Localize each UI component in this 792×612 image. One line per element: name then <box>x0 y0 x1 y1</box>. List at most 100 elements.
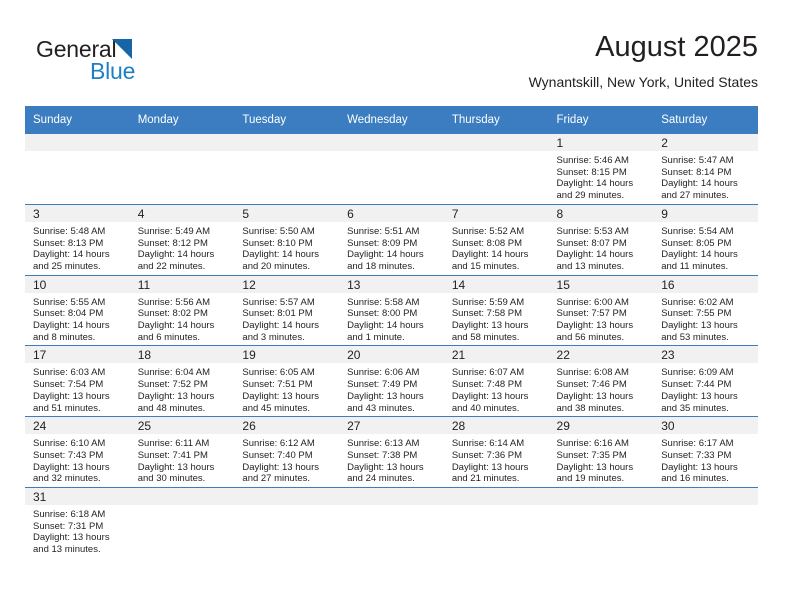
day-details: Sunrise: 6:11 AM Sunset: 7:41 PM Daylight:… <box>130 434 235 487</box>
sunrise-text: Sunrise: 6:18 AM <box>33 509 106 521</box>
calendar-day-cell[interactable]: 2 Sunrise: 5:47 AM Sunset: 8:14 PM Daylight… <box>653 134 758 204</box>
calendar-day-cell-empty <box>339 487 444 558</box>
sunrise-text: Sunrise: 5:53 AM <box>556 225 629 237</box>
daylight-text-line-2: and 8 minutes. <box>33 331 96 343</box>
calendar-day-cell[interactable]: 26 Sunrise: 6:12 AM Sunset: 7:40 PM Dayligh… <box>234 416 340 488</box>
calendar-day-cell[interactable]: 4 Sunrise: 5:49 AM Sunset: 8:12 PM Daylight… <box>129 203 235 276</box>
day-number <box>234 488 340 506</box>
daylight-text-line-2: and 58 minutes. <box>451 331 520 343</box>
sunrise-text: Sunrise: 6:06 AM <box>347 367 420 379</box>
calendar-week-row: 1 Sunrise: 5:46 AM Sunset: 8:15 PM Daylight… <box>25 134 758 204</box>
daylight-text-line-2: and 13 minutes. <box>33 544 101 556</box>
daylight-text-line-2: and 15 minutes. <box>451 260 520 272</box>
calendar-day-cell[interactable]: 31 Sunrise: 6:18 AM Sunset: 7:31 PM Dayligh… <box>25 487 130 558</box>
day-number: 13 <box>339 275 444 293</box>
sunset-text: Sunset: 7:40 PM <box>242 449 313 461</box>
weekday-header-tuesday: Tuesday <box>234 106 340 134</box>
day-details: Sunrise: 5:46 AM Sunset: 8:15 PM Daylight:… <box>549 151 654 204</box>
day-details: Sunrise: 5:56 AM Sunset: 8:02 PM Daylight:… <box>130 293 235 346</box>
daylight-text-line-2: and 25 minutes. <box>33 260 101 272</box>
day-number: 12 <box>234 275 340 293</box>
sunrise-text: Sunrise: 6:03 AM <box>33 367 106 379</box>
calendar-day-cell[interactable]: 18 Sunrise: 6:04 AM Sunset: 7:52 PM Dayligh… <box>129 345 235 417</box>
daylight-text-line-1: Daylight: 14 hours <box>451 249 529 261</box>
daylight-text-line-1: Daylight: 14 hours <box>137 320 215 332</box>
daylight-text-line-1: Daylight: 13 hours <box>33 532 110 544</box>
daylight-text-line-2: and 16 minutes. <box>661 473 729 485</box>
calendar-day-cell[interactable]: 5 Sunrise: 5:50 AM Sunset: 8:10 PM Daylight… <box>234 203 340 276</box>
day-number: 14 <box>443 275 549 293</box>
calendar-day-cell[interactable]: 29 Sunrise: 6:16 AM Sunset: 7:35 PM Dayligh… <box>548 416 654 488</box>
daylight-text-line-1: Daylight: 14 hours <box>33 320 110 332</box>
calendar-day-cell[interactable]: 22 Sunrise: 6:08 AM Sunset: 7:46 PM Dayligh… <box>548 345 654 417</box>
sunrise-text: Sunrise: 5:59 AM <box>451 296 525 308</box>
calendar-day-cell-empty <box>129 134 235 204</box>
daylight-text-line-1: Daylight: 13 hours <box>137 390 215 402</box>
calendar-day-cell[interactable]: 15 Sunrise: 6:00 AM Sunset: 7:57 PM Dayligh… <box>548 274 654 346</box>
calendar-day-cell[interactable]: 3 Sunrise: 5:48 AM Sunset: 8:13 PM Daylight… <box>25 203 130 276</box>
day-number <box>443 134 549 151</box>
sunrise-text: Sunrise: 6:05 AM <box>242 367 315 379</box>
calendar-day-cell[interactable]: 20 Sunrise: 6:06 AM Sunset: 7:49 PM Dayligh… <box>339 345 444 417</box>
calendar-day-cell[interactable]: 6 Sunrise: 5:51 AM Sunset: 8:09 PM Daylight… <box>339 203 444 276</box>
day-number <box>129 134 235 151</box>
weekday-header-sunday: Sunday <box>25 106 130 134</box>
sunset-text: Sunset: 7:41 PM <box>137 449 208 461</box>
calendar-day-cell[interactable]: 8 Sunrise: 5:53 AM Sunset: 8:07 PM Daylight… <box>548 203 654 276</box>
daylight-text-line-1: Daylight: 13 hours <box>451 320 529 332</box>
daylight-text-line-2: and 13 minutes. <box>556 260 625 272</box>
daylight-text-line-1: Daylight: 13 hours <box>33 390 110 402</box>
day-number: 30 <box>653 417 758 435</box>
weekday-header-wednesday: Wednesday <box>339 106 444 134</box>
daylight-text-line-1: Daylight: 14 hours <box>661 178 738 190</box>
daylight-text-line-2: and 20 minutes. <box>242 260 311 272</box>
calendar-page: General Blue August 2025 Wynantskill, Ne… <box>0 0 792 612</box>
calendar-day-cell[interactable]: 28 Sunrise: 6:14 AM Sunset: 7:36 PM Dayligh… <box>443 416 549 488</box>
day-details: Sunrise: 6:12 AM Sunset: 7:40 PM Daylight:… <box>234 434 339 487</box>
sunset-text: Sunset: 8:00 PM <box>347 308 418 320</box>
sunset-text: Sunset: 8:01 PM <box>242 308 313 320</box>
sunset-text: Sunset: 7:38 PM <box>347 449 418 461</box>
sunset-text: Sunset: 7:55 PM <box>661 308 732 320</box>
day-number: 19 <box>234 346 340 364</box>
day-details: Sunrise: 6:14 AM Sunset: 7:36 PM Daylight:… <box>444 434 549 487</box>
calendar-day-cell[interactable]: 7 Sunrise: 5:52 AM Sunset: 8:08 PM Daylight… <box>443 203 549 276</box>
sunrise-text: Sunrise: 6:12 AM <box>242 438 315 450</box>
calendar-day-cell[interactable]: 19 Sunrise: 6:05 AM Sunset: 7:51 PM Dayligh… <box>234 345 340 417</box>
day-number: 23 <box>653 346 758 364</box>
calendar-day-cell[interactable]: 21 Sunrise: 6:07 AM Sunset: 7:48 PM Dayligh… <box>443 345 549 417</box>
day-details: Sunrise: 6:18 AM Sunset: 7:31 PM Daylight:… <box>25 505 130 558</box>
calendar-day-cell[interactable]: 17 Sunrise: 6:03 AM Sunset: 7:54 PM Dayligh… <box>25 345 130 417</box>
daylight-text-line-1: Daylight: 14 hours <box>661 249 738 261</box>
calendar-day-cell[interactable]: 27 Sunrise: 6:13 AM Sunset: 7:38 PM Dayligh… <box>339 416 444 488</box>
sunset-text: Sunset: 8:02 PM <box>137 308 208 320</box>
calendar-day-cell[interactable]: 1 Sunrise: 5:46 AM Sunset: 8:15 PM Daylight… <box>548 134 654 204</box>
calendar-day-cell[interactable]: 16 Sunrise: 6:02 AM Sunset: 7:55 PM Dayligh… <box>653 274 758 346</box>
calendar-day-cell[interactable]: 25 Sunrise: 6:11 AM Sunset: 7:41 PM Dayligh… <box>129 416 235 488</box>
calendar-day-cell[interactable]: 30 Sunrise: 6:17 AM Sunset: 7:33 PM Dayligh… <box>653 416 758 488</box>
calendar-day-cell[interactable]: 24 Sunrise: 6:10 AM Sunset: 7:43 PM Dayligh… <box>25 416 130 488</box>
day-number: 10 <box>25 275 130 293</box>
calendar-day-cell[interactable]: 12 Sunrise: 5:57 AM Sunset: 8:01 PM Dayligh… <box>234 274 340 346</box>
daylight-text-line-2: and 6 minutes. <box>137 331 201 343</box>
calendar-day-cell[interactable]: 23 Sunrise: 6:09 AM Sunset: 7:44 PM Dayligh… <box>653 345 758 417</box>
daylight-text-line-2: and 19 minutes. <box>556 473 625 485</box>
sunrise-text: Sunrise: 5:54 AM <box>661 225 734 237</box>
calendar-day-cell[interactable]: 9 Sunrise: 5:54 AM Sunset: 8:05 PM Daylight… <box>653 203 758 276</box>
day-details: Sunrise: 5:54 AM Sunset: 8:05 PM Daylight:… <box>653 222 758 275</box>
calendar-day-cell[interactable]: 14 Sunrise: 5:59 AM Sunset: 7:58 PM Dayligh… <box>443 274 549 346</box>
calendar-day-cell[interactable]: 10 Sunrise: 5:55 AM Sunset: 8:04 PM Dayligh… <box>25 274 130 346</box>
day-number: 9 <box>653 204 758 222</box>
calendar-day-cell[interactable]: 11 Sunrise: 5:56 AM Sunset: 8:02 PM Dayligh… <box>129 274 235 346</box>
calendar-day-cell[interactable]: 13 Sunrise: 5:58 AM Sunset: 8:00 PM Dayligh… <box>339 274 444 346</box>
daylight-text-line-1: Daylight: 13 hours <box>347 390 424 402</box>
sunrise-text: Sunrise: 6:02 AM <box>661 296 734 308</box>
day-details: Sunrise: 6:03 AM Sunset: 7:54 PM Daylight:… <box>25 363 130 416</box>
daylight-text-line-1: Daylight: 13 hours <box>33 461 110 473</box>
sunrise-text: Sunrise: 5:52 AM <box>451 225 525 237</box>
sunset-text: Sunset: 7:33 PM <box>661 449 732 461</box>
sunset-text: Sunset: 7:46 PM <box>556 379 627 391</box>
day-number: 11 <box>129 275 235 293</box>
day-number: 8 <box>548 204 654 222</box>
day-details: Sunrise: 5:55 AM Sunset: 8:04 PM Daylight:… <box>25 293 130 346</box>
